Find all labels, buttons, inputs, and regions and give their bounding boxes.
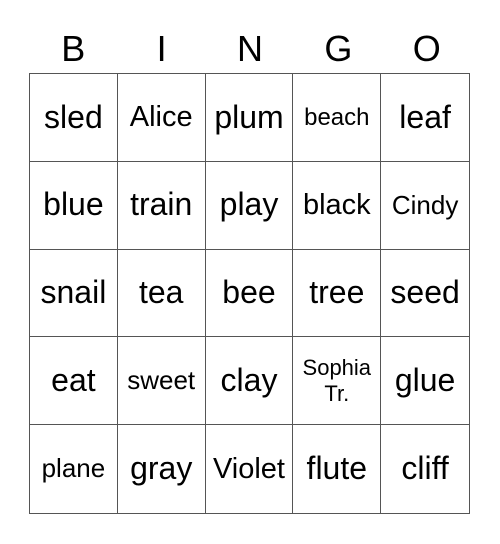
bingo-cell[interactable]: Alice xyxy=(117,74,206,162)
bingo-header: B I N G O xyxy=(29,26,471,72)
bingo-cell[interactable]: beach xyxy=(293,74,382,162)
bingo-cell[interactable]: flute xyxy=(293,425,382,513)
bingo-cell[interactable]: gray xyxy=(118,425,206,513)
bingo-cell[interactable]: sled xyxy=(30,74,118,162)
bingo-cell[interactable]: clay xyxy=(205,337,294,426)
bingo-cell[interactable]: glue xyxy=(381,337,469,426)
bingo-cell[interactable]: Cindy xyxy=(381,162,469,250)
bingo-cell[interactable]: seed xyxy=(381,250,469,338)
bingo-cell[interactable]: plane xyxy=(30,425,118,513)
bingo-cell[interactable]: tea xyxy=(117,249,206,338)
bingo-cell[interactable]: plum xyxy=(205,74,294,162)
bingo-cell[interactable]: snail xyxy=(30,249,118,338)
header-letter-g: G xyxy=(324,28,353,69)
header-letter-o: O xyxy=(412,28,441,69)
bingo-cell[interactable]: blue xyxy=(30,161,118,250)
bingo-cell[interactable]: black xyxy=(293,161,382,250)
bingo-cell[interactable]: Violet xyxy=(206,425,294,513)
header-letter-b: B xyxy=(61,28,86,69)
bingo-cell[interactable]: leaf xyxy=(381,74,469,162)
bingo-cell[interactable]: tree xyxy=(293,249,382,338)
header-letter-n: N xyxy=(236,28,263,69)
bingo-cell[interactable]: play xyxy=(205,161,294,250)
bingo-cell[interactable]: eat xyxy=(30,337,118,426)
bingo-cell[interactable]: cliff xyxy=(381,425,469,513)
bingo-cell[interactable]: bee xyxy=(205,249,294,338)
header-letter-i: I xyxy=(156,28,167,69)
bingo-grid: sled Alice plum beach leaf blue train pl… xyxy=(29,73,470,514)
bingo-cell[interactable]: sweet xyxy=(117,337,206,426)
bingo-cell[interactable]: Sophia Tr. xyxy=(293,337,382,426)
bingo-cell[interactable]: train xyxy=(117,161,206,250)
